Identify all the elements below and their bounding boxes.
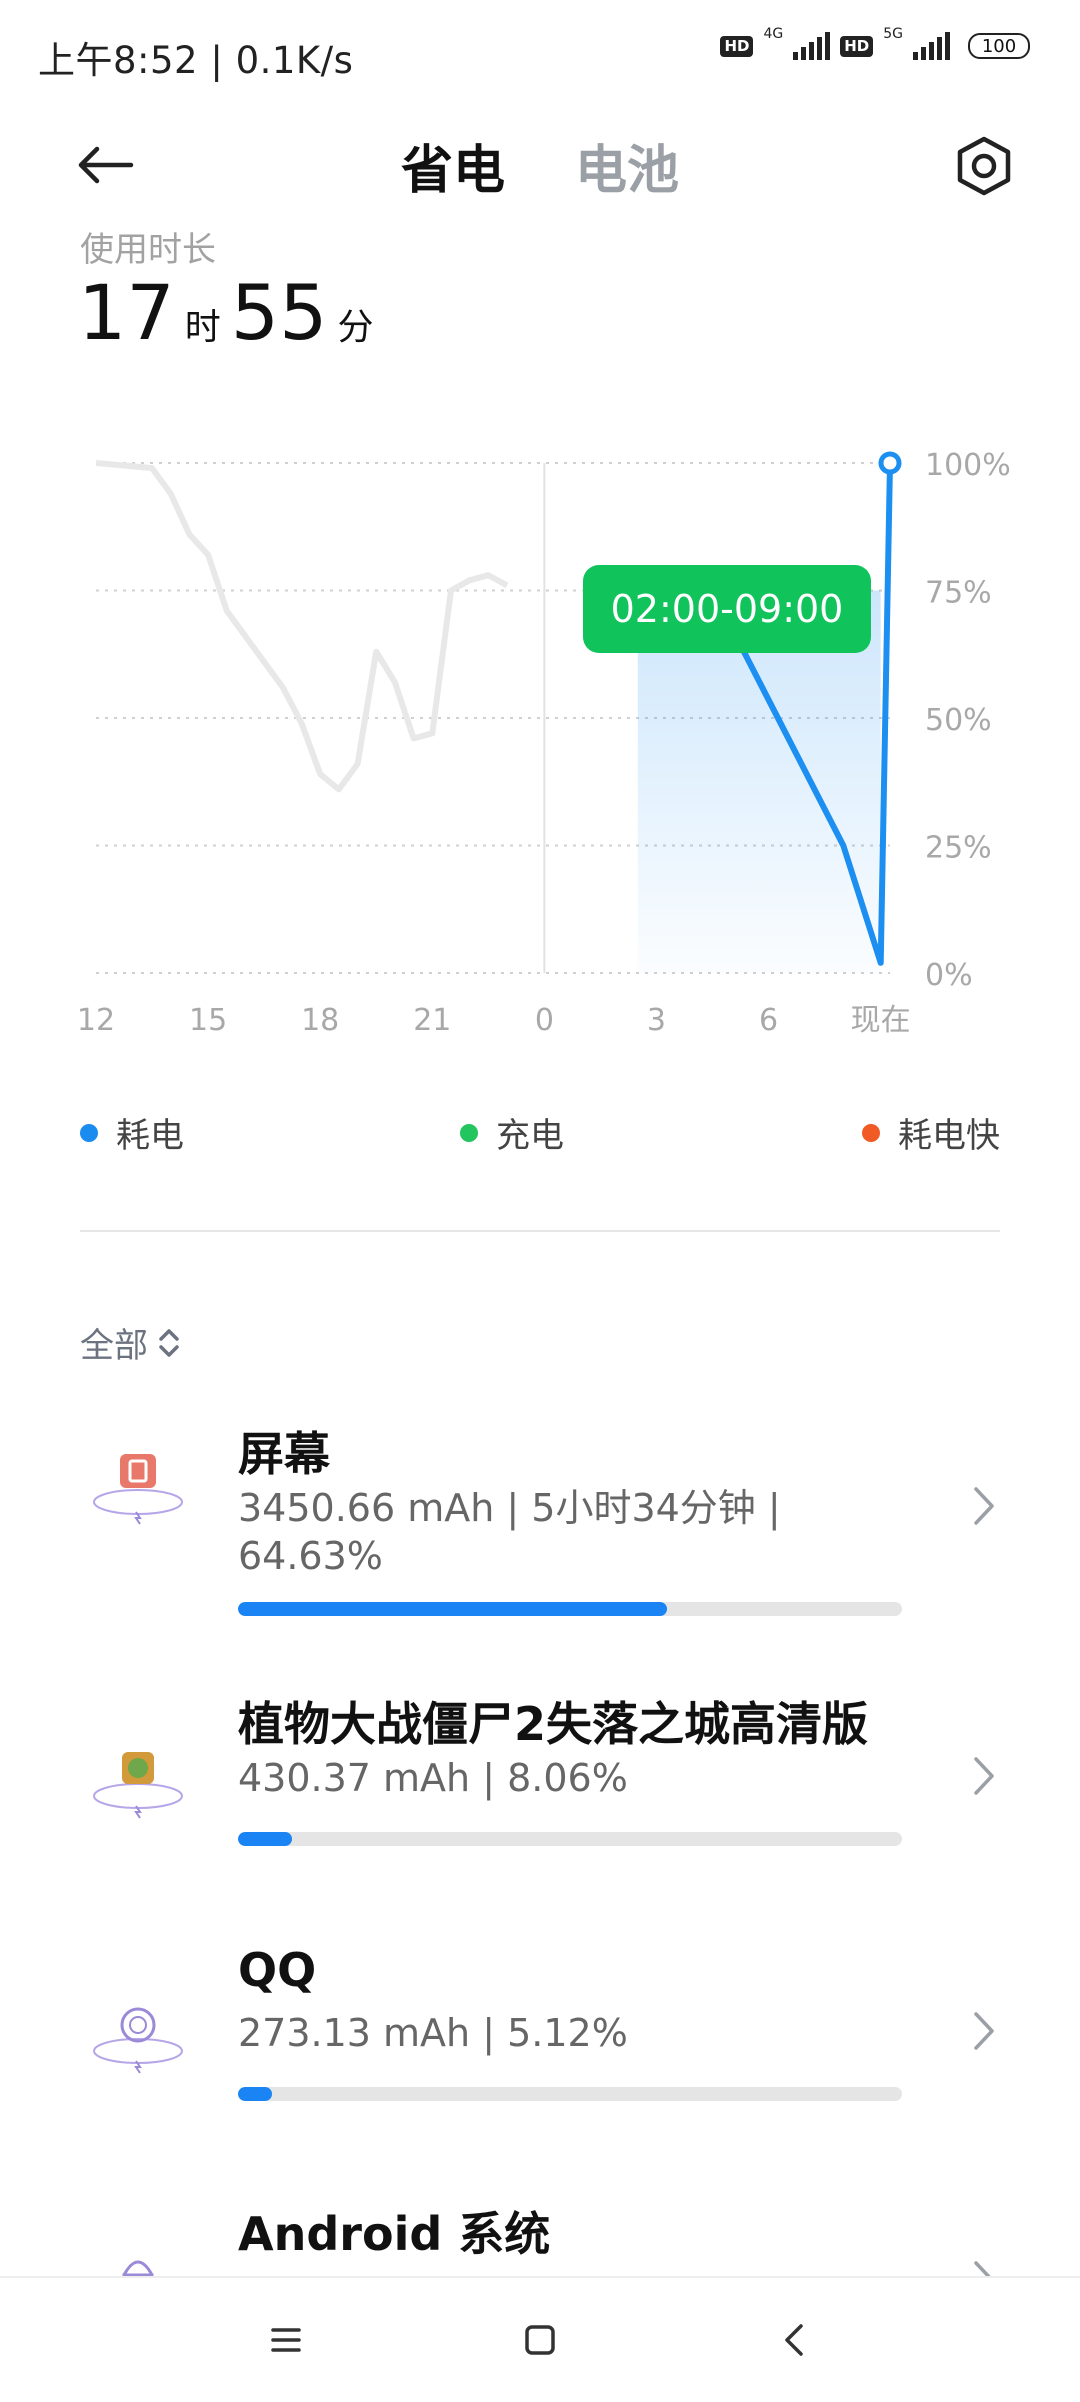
- x-tick-label: 0: [535, 1003, 554, 1038]
- usage-label: 使用时长: [80, 230, 216, 270]
- legend-item-charge: 充电: [460, 1108, 564, 1157]
- list-item-android-system[interactable]: Android 系统: [0, 2180, 1080, 2276]
- legend-item-drain: 耗电: [80, 1108, 184, 1157]
- legend-label: 耗电: [116, 1116, 184, 1156]
- chevron-right-icon: [964, 2250, 1004, 2276]
- home-button[interactable]: [508, 2308, 572, 2372]
- legend-dot: [80, 1123, 98, 1142]
- hd-icon: HD: [840, 35, 874, 57]
- x-tick-label: 21: [413, 1003, 451, 1038]
- battery-icon: 100: [968, 33, 1030, 59]
- game-app-icon: [93, 1752, 183, 1819]
- square-icon: [525, 2325, 555, 2355]
- menu-button[interactable]: [254, 2308, 318, 2372]
- network-type-label: 5G: [883, 26, 903, 42]
- y-tick-label: 75%: [925, 576, 992, 611]
- top-bar: 省电 电池: [0, 110, 1080, 220]
- tooltip-time-range: 02:00-09:00: [611, 587, 844, 631]
- usage-minutes-unit: 分: [337, 307, 374, 348]
- usage-minutes: 55: [230, 268, 328, 357]
- x-tick-label: 3: [647, 1003, 666, 1038]
- usage-hours: 17: [78, 268, 175, 357]
- usage-progress-fill: [238, 2087, 272, 2101]
- signal-icon: [793, 32, 831, 60]
- filter-dropdown[interactable]: 全部: [80, 1318, 182, 1367]
- y-tick-label: 50%: [925, 703, 992, 738]
- app-usage-detail: 430.37 mAh | 8.06%: [238, 1756, 628, 1800]
- screen-icon: [93, 1454, 183, 1525]
- app-usage-detail: 3450.66 mAh | 5小时34分钟 | 64.63%: [238, 1486, 781, 1578]
- y-tick-label: 25%: [925, 831, 992, 866]
- menu-icon: [271, 2328, 301, 2352]
- status-time-speed: 上午8:52 | 0.1K/s: [38, 39, 354, 82]
- tab-bar: 省电 电池: [0, 128, 1080, 203]
- system-navigation-bar: [0, 2276, 1080, 2402]
- chevron-right-icon: [964, 1746, 1004, 1806]
- usage-progress-fill: [238, 1832, 292, 1846]
- app-name: 屏幕: [238, 1427, 330, 1481]
- battery-level-chart[interactable]: 0% 25% 50% 75% 100% 12 15 18 21 0 3 6 现在 02:00-09:00: [0, 440, 1080, 1080]
- gear-icon: [957, 136, 1011, 196]
- hd-icon: HD: [720, 35, 754, 57]
- x-tick-label: 6: [759, 1003, 778, 1038]
- app-name: QQ: [238, 1943, 317, 1997]
- filter-label: 全部: [80, 1326, 148, 1366]
- usage-progress-bar: [238, 2087, 902, 2101]
- battery-line-earlier: [95, 460, 509, 793]
- usage-progress-fill: [238, 1602, 668, 1616]
- signal-icon: [913, 32, 950, 60]
- app-name: Android 系统: [238, 2207, 551, 2261]
- legend-label: 耗电快: [898, 1116, 1000, 1156]
- android-system-icon: [122, 2260, 154, 2276]
- usage-progress-bar: [238, 1602, 902, 1616]
- qq-app-icon: [93, 2007, 183, 2074]
- tab-battery[interactable]: 电池: [575, 128, 679, 203]
- app-name: 植物大战僵尸2失落之城高清版: [238, 1697, 869, 1751]
- app-usage-detail: 273.13 mAh | 5.12%: [238, 2011, 628, 2055]
- chevron-up-down-icon: [159, 1328, 179, 1357]
- x-tick-label: 15: [189, 1003, 227, 1038]
- usage-progress-bar: [238, 1832, 902, 1846]
- status-bar: 上午8:52 | 0.1K/s HD 4G HD 5G 100: [0, 0, 1080, 110]
- legend-item-fast-drain: 耗电快: [862, 1108, 1000, 1157]
- chart-legend: 耗电 充电 耗电快: [80, 1108, 1000, 1158]
- legend-dot: [460, 1123, 478, 1142]
- chevron-right-icon: [964, 1476, 1004, 1536]
- tab-power-saving[interactable]: 省电: [401, 128, 505, 203]
- y-tick-label: 0%: [925, 958, 973, 993]
- chevron-left-icon: [785, 2324, 803, 2356]
- nav-back-button[interactable]: [762, 2308, 826, 2372]
- y-tick-label: 100%: [925, 448, 1011, 483]
- x-tick-label: 12: [77, 1003, 115, 1038]
- list-item-pvz2[interactable]: 植物大战僵尸2失落之城高清版 430.37 mAh | 8.06%: [0, 1670, 1080, 1870]
- list-item-screen[interactable]: 屏幕 3450.66 mAh | 5小时34分钟 | 64.63%: [0, 1380, 1080, 1616]
- divider: [80, 1230, 1000, 1232]
- legend-dot: [862, 1123, 880, 1142]
- usage-duration: 17 时 55 分: [78, 268, 383, 357]
- network-type-label: 4G: [763, 26, 784, 42]
- settings-button[interactable]: [948, 130, 1020, 202]
- current-level-marker: [878, 451, 902, 475]
- usage-hours-unit: 时: [184, 307, 221, 348]
- legend-label: 充电: [496, 1116, 564, 1156]
- list-item-qq[interactable]: QQ 273.13 mAh | 5.12%: [0, 1925, 1080, 2125]
- chevron-right-icon: [964, 2001, 1004, 2061]
- x-tick-label: 18: [301, 1003, 339, 1038]
- x-tick-label: 现在: [851, 1003, 911, 1038]
- status-icons: HD 4G HD 5G 100: [720, 26, 1030, 60]
